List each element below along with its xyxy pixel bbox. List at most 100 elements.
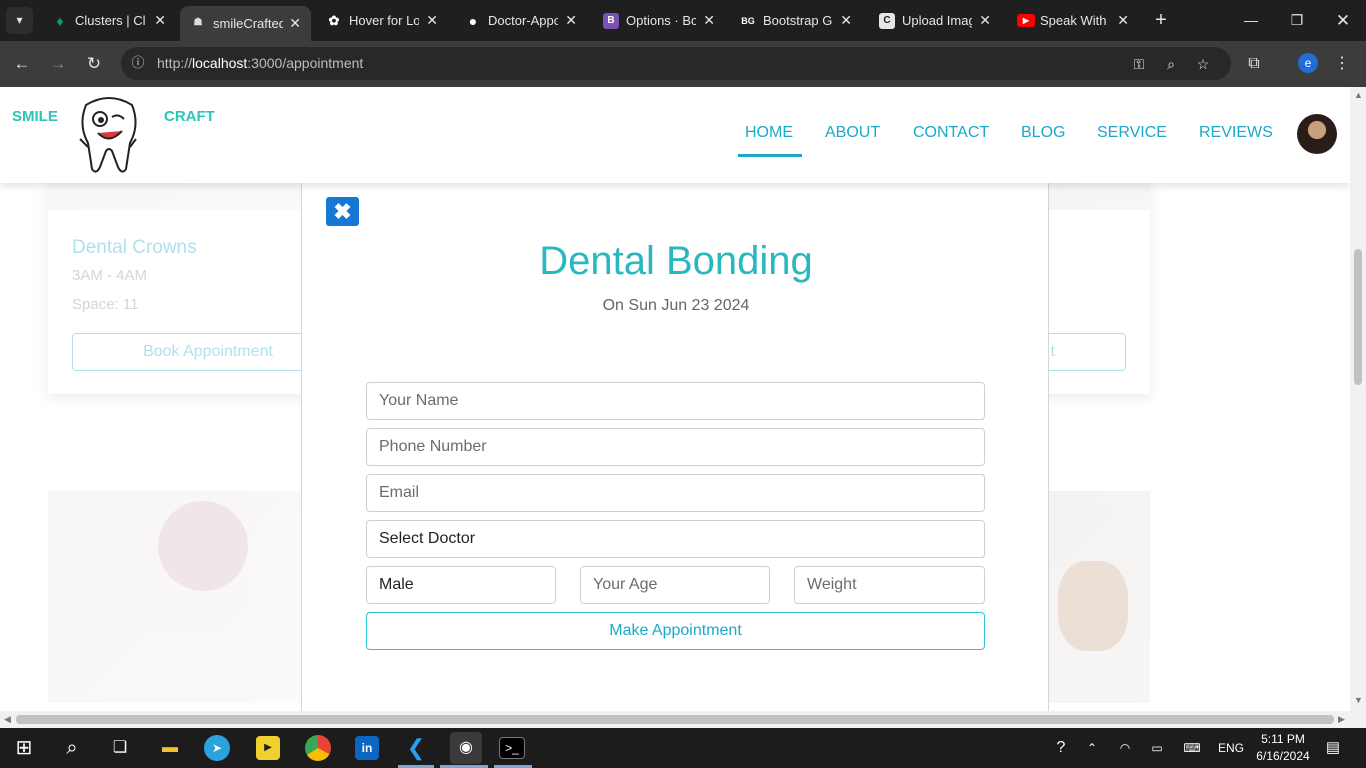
file-explorer-icon[interactable]: ▬ xyxy=(154,732,186,764)
battery-icon[interactable]: ▭ xyxy=(1146,728,1168,768)
brand-craft[interactable]: CRAFT xyxy=(164,108,215,125)
back-icon[interactable]: ← xyxy=(8,50,36,78)
password-key-icon[interactable]: ⚿ xyxy=(1129,54,1149,74)
keyboard-icon[interactable]: ⌨ xyxy=(1178,728,1206,768)
close-icon[interactable]: ✕ xyxy=(703,6,715,35)
tooth-mascot-logo[interactable] xyxy=(76,95,142,177)
close-icon[interactable]: ✕ xyxy=(979,6,991,35)
url-text[interactable]: http://localhost:3000/appointment xyxy=(157,47,363,80)
telegram-icon[interactable]: ➤ xyxy=(204,735,230,761)
youtube-icon: ▶ xyxy=(1017,14,1035,27)
wifi-icon[interactable]: ◠ xyxy=(1114,728,1136,768)
patient-figure xyxy=(1058,561,1128,651)
brand-smile[interactable]: SMILE xyxy=(12,108,58,125)
gender-select[interactable]: Male xyxy=(366,566,556,604)
phone-input[interactable]: Phone Number xyxy=(366,428,985,466)
windows-taskbar: ⊞ ⌕ ❏ ▬ ➤ ▶ in ❮ ◉ >_ ? ⌃ ◠ ▭ ⌨ ENG 5:11… xyxy=(0,728,1366,768)
forward-icon[interactable]: → xyxy=(44,50,72,78)
search-icon[interactable]: ⌕ xyxy=(56,732,88,764)
tab-hover[interactable]: ✿ Hover for Lo ✕ xyxy=(316,6,448,35)
close-icon[interactable]: ✕ xyxy=(565,6,577,35)
make-appointment-button[interactable]: Make Appointment xyxy=(366,612,985,650)
browser-toolbar: ← → ↻ ⓘ http://localhost:3000/appointmen… xyxy=(0,41,1366,87)
nav-blog[interactable]: BLOG xyxy=(1021,124,1065,142)
task-view-icon[interactable]: ❏ xyxy=(104,732,136,764)
scroll-right-icon[interactable]: ▶ xyxy=(1338,714,1345,725)
age-input[interactable]: Your Age xyxy=(580,566,770,604)
profile-avatar[interactable]: e xyxy=(1298,53,1318,73)
vertical-scroll-thumb[interactable] xyxy=(1354,249,1362,385)
linkedin-icon[interactable]: in xyxy=(355,736,379,760)
close-icon[interactable]: ✕ xyxy=(289,9,301,38)
clock-time: 5:11 PM xyxy=(1261,732,1305,746)
site-header: SMILE CRAFT HOME ABOUT CONTACT BLOG SERV… xyxy=(0,87,1350,183)
bookmark-star-icon[interactable]: ☆ xyxy=(1193,54,1213,74)
close-icon[interactable]: ✕ xyxy=(840,6,852,35)
media-player-icon[interactable]: ▶ xyxy=(256,736,280,760)
close-icon[interactable]: ✕ xyxy=(426,6,438,35)
windows-start-icon[interactable]: ⊞ xyxy=(8,732,40,764)
nav-reviews[interactable]: REVIEWS xyxy=(1199,124,1273,142)
vertical-scrollbar[interactable]: ▲ ▼ xyxy=(1350,87,1366,711)
tab-upload-image[interactable]: C Upload Imag ✕ xyxy=(869,6,1001,35)
name-input[interactable]: Your Name xyxy=(366,382,985,420)
close-icon[interactable]: ✕ xyxy=(1117,6,1129,35)
card-space: Space: 11 xyxy=(72,296,139,313)
tab-bootstrap-gallery[interactable]: BG Bootstrap Ga ✕ xyxy=(730,6,862,35)
site-info-icon[interactable]: ⓘ xyxy=(129,54,147,72)
terminal-icon[interactable]: >_ xyxy=(499,737,525,759)
close-icon[interactable]: ✕ xyxy=(154,6,166,35)
doctor-select[interactable]: Select Doctor xyxy=(366,520,985,558)
new-tab-icon[interactable]: + xyxy=(1150,6,1172,34)
scroll-up-icon[interactable]: ▲ xyxy=(1354,90,1363,100)
tooth-icon: ☗ xyxy=(193,17,203,28)
weight-input[interactable]: Weight xyxy=(794,566,985,604)
horizontal-scrollbar[interactable]: ◀ ▶ xyxy=(0,711,1366,728)
horizontal-scroll-thumb[interactable] xyxy=(16,715,1334,724)
tab-smilecrafted[interactable]: ☗ smileCrafted ✕ xyxy=(180,6,311,41)
leaf-icon: ♦ xyxy=(56,13,64,29)
bootstrap-icon: B xyxy=(603,13,619,29)
scroll-down-icon[interactable]: ▼ xyxy=(1354,695,1363,705)
minimize-icon[interactable]: — xyxy=(1228,0,1274,41)
browser-tab-strip: ▾ ♦ Clusters | Clo ✕ ☗ smileCrafted ✕ ✿ … xyxy=(0,0,1366,41)
nav-service[interactable]: SERVICE xyxy=(1097,124,1167,142)
modal-title: Dental Bonding xyxy=(539,239,813,283)
tray-chevron-icon[interactable]: ⌃ xyxy=(1082,728,1102,768)
clock-date: 6/16/2024 xyxy=(1256,749,1310,763)
tab-github[interactable]: ● Doctor-Appo ✕ xyxy=(455,6,587,35)
user-avatar[interactable] xyxy=(1297,114,1337,154)
bg-icon: BG xyxy=(741,16,755,26)
openai-icon: ✿ xyxy=(328,13,340,28)
menu-kebab-icon[interactable]: ⋮ xyxy=(1328,50,1356,78)
nav-home[interactable]: HOME xyxy=(745,124,793,142)
chrome-icon[interactable] xyxy=(305,735,331,761)
nav-about[interactable]: ABOUT xyxy=(825,124,880,142)
extensions-icon[interactable]: ⧉ xyxy=(1240,50,1268,78)
notification-icon[interactable]: ▤ xyxy=(1322,728,1344,768)
reload-icon[interactable]: ↻ xyxy=(80,50,108,78)
language-indicator[interactable]: ENG xyxy=(1214,728,1248,768)
tab-search-icon[interactable]: ▾ xyxy=(6,7,33,34)
dentist-figure xyxy=(158,501,248,591)
tab-bootstrap-options[interactable]: B Options · Bo ✕ xyxy=(593,6,725,35)
zoom-icon[interactable]: ⌕ xyxy=(1161,54,1181,74)
modal-close-button[interactable]: ✖ xyxy=(326,197,359,226)
system-clock[interactable]: 5:11 PM 6/16/2024 xyxy=(1250,731,1316,765)
appointment-modal: ✖ Dental Bonding On Sun Jun 23 2024 Your… xyxy=(301,183,1049,711)
card-title: Dental Crowns xyxy=(72,237,197,258)
restore-icon[interactable]: ❐ xyxy=(1274,0,1320,41)
tab-clusters[interactable]: ♦ Clusters | Clo ✕ xyxy=(42,6,176,35)
vscode-icon[interactable]: ❮ xyxy=(400,732,432,764)
help-icon[interactable]: ? xyxy=(1048,728,1074,768)
nav-active-underline xyxy=(738,154,802,157)
tab-youtube[interactable]: ▶ Speak With I ✕ xyxy=(1007,6,1139,35)
window-close-icon[interactable]: ✕ xyxy=(1320,0,1366,41)
nav-contact[interactable]: CONTACT xyxy=(913,124,989,142)
c-icon: C xyxy=(879,13,895,29)
email-input[interactable]: Email xyxy=(366,474,985,512)
chrome-profile-active-icon[interactable]: ◉ xyxy=(450,732,482,764)
page-viewport: Dental Crowns 3AM - 4AM Space: 11 Book A… xyxy=(0,87,1350,711)
address-bar[interactable]: ⓘ http://localhost:3000/appointment ⚿ ⌕ … xyxy=(121,47,1231,80)
scroll-left-icon[interactable]: ◀ xyxy=(4,714,11,725)
